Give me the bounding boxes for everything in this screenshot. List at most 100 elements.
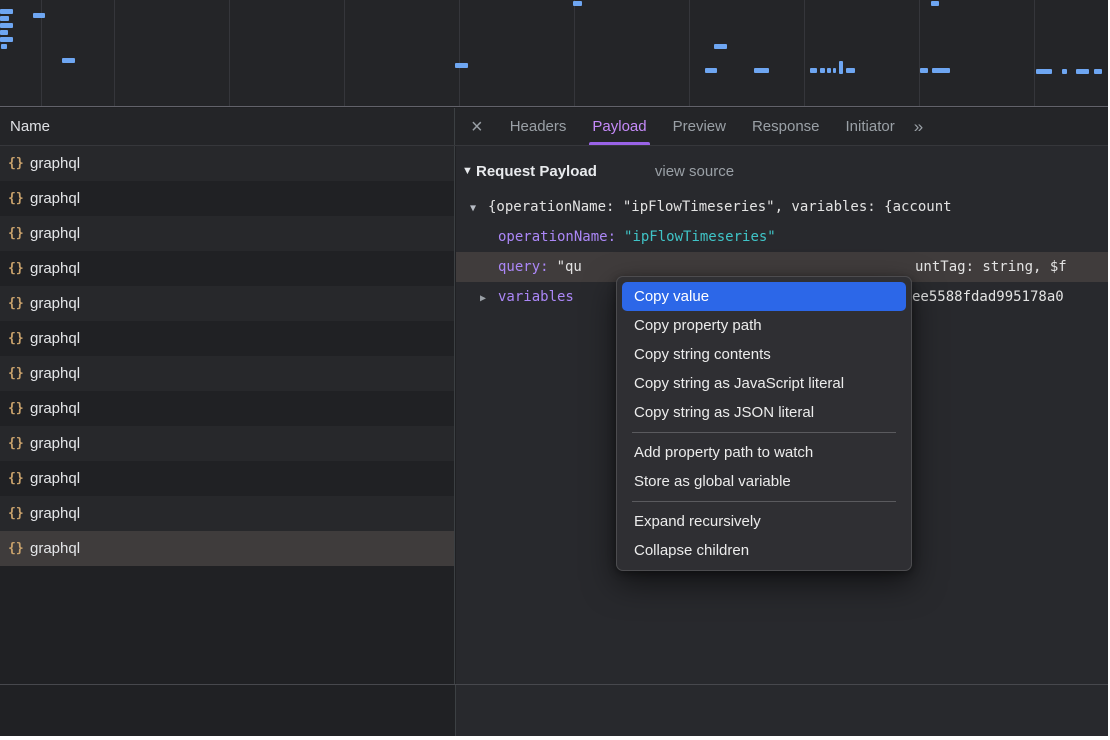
menu-item-add-property-path-to-watch[interactable]: Add property path to watch — [622, 438, 906, 467]
property-key: operationName: — [498, 229, 616, 245]
tab-preview[interactable]: Preview — [660, 108, 739, 145]
menu-separator — [632, 432, 896, 433]
request-row[interactable]: {}graphql — [0, 146, 454, 181]
timeline-bar — [0, 16, 9, 21]
request-list: {}graphql {}graphql {}graphql {}graphql … — [0, 146, 455, 684]
detail-tabs-bar: × Headers Payload Preview Response Initi… — [455, 108, 1108, 145]
request-name: graphql — [30, 400, 80, 417]
panel-header-row: Name × Headers Payload Preview Response … — [0, 108, 1108, 146]
request-row[interactable]: {}graphql — [0, 356, 454, 391]
timeline-bar — [573, 1, 582, 6]
timeline-bar — [810, 68, 817, 73]
timeline-bar — [1062, 69, 1067, 74]
payload-root-row[interactable]: ▼{operationName: "ipFlowTimeseries", var… — [456, 192, 1108, 222]
timeline-bar — [0, 37, 13, 42]
json-icon: {} — [8, 471, 30, 486]
payload-preview-text: {operationName: "ipFlowTimeseries", vari… — [488, 199, 952, 215]
timeline-bar — [833, 68, 836, 73]
devtools-network-panel: Name × Headers Payload Preview Response … — [0, 0, 1108, 736]
request-row[interactable]: {}graphql — [0, 461, 454, 496]
expand-open-icon[interactable]: ▼ — [470, 194, 488, 222]
request-name: graphql — [30, 540, 80, 557]
tab-overflow-icon[interactable]: » — [914, 117, 923, 137]
request-row[interactable]: {}graphql — [0, 216, 454, 251]
menu-item-copy-value[interactable]: Copy value — [622, 282, 906, 311]
json-icon: {} — [8, 261, 30, 276]
close-icon[interactable]: × — [471, 117, 483, 137]
menu-item-store-as-global-variable[interactable]: Store as global variable — [622, 467, 906, 496]
timeline-bar — [62, 58, 75, 63]
property-value-clipped-right: ee5588fdad995178a0 — [912, 282, 1064, 312]
tab-headers[interactable]: Headers — [497, 108, 580, 145]
request-row[interactable]: {}graphql — [0, 181, 454, 216]
timeline-bar — [0, 30, 8, 35]
menu-item-collapse-children[interactable]: Collapse children — [622, 536, 906, 565]
json-icon: {} — [8, 366, 30, 381]
request-name: graphql — [30, 470, 80, 487]
timeline-bar — [1, 44, 7, 49]
name-column-label: Name — [10, 118, 50, 135]
timeline-bar — [931, 1, 939, 6]
request-name: graphql — [30, 295, 80, 312]
summary-bar-right — [456, 685, 1108, 736]
request-row-selected[interactable]: {}graphql — [0, 531, 454, 566]
property-value: "ipFlowTimeseries" — [624, 229, 776, 245]
property-key: variables — [498, 289, 574, 305]
menu-item-expand-recursively[interactable]: Expand recursively — [622, 507, 906, 536]
menu-separator — [632, 501, 896, 502]
timeline-bar — [1094, 69, 1102, 74]
context-menu: Copy value Copy property path Copy strin… — [616, 276, 912, 571]
json-icon: {} — [8, 156, 30, 171]
request-name: graphql — [30, 365, 80, 382]
timeline-bar — [754, 68, 769, 73]
menu-item-copy-string-contents[interactable]: Copy string contents — [622, 340, 906, 369]
request-name: graphql — [30, 260, 80, 277]
request-name: graphql — [30, 155, 80, 172]
request-row[interactable]: {}graphql — [0, 426, 454, 461]
expand-closed-icon[interactable]: ▶ — [480, 284, 498, 312]
json-icon: {} — [8, 331, 30, 346]
json-icon: {} — [8, 296, 30, 311]
timeline-bar — [1076, 69, 1089, 74]
request-payload-section[interactable]: ▼ Request Payload view source — [456, 156, 1108, 186]
request-row[interactable]: {}graphql — [0, 321, 454, 356]
json-icon: {} — [8, 436, 30, 451]
tab-response[interactable]: Response — [739, 108, 833, 145]
timeline-bar — [0, 9, 13, 14]
json-icon: {} — [8, 401, 30, 416]
json-icon: {} — [8, 541, 30, 556]
request-name: graphql — [30, 505, 80, 522]
timeline-bar — [827, 68, 831, 73]
timeline-bar — [820, 68, 825, 73]
request-row[interactable]: {}graphql — [0, 391, 454, 426]
overview-strip[interactable] — [0, 0, 1108, 107]
view-source-link[interactable]: view source — [655, 163, 734, 180]
timeline-bar — [455, 63, 468, 68]
json-icon: {} — [8, 226, 30, 241]
section-title: Request Payload — [476, 163, 597, 180]
timeline-bar — [920, 68, 928, 73]
json-icon: {} — [8, 191, 30, 206]
property-value-clipped-left: "qu — [557, 259, 582, 275]
request-row[interactable]: {}graphql — [0, 251, 454, 286]
section-disclosure-icon[interactable]: ▼ — [462, 165, 476, 177]
timeline-bar — [714, 44, 727, 49]
request-name: graphql — [30, 225, 80, 242]
request-row[interactable]: {}graphql — [0, 286, 454, 321]
request-name: graphql — [30, 330, 80, 347]
menu-item-copy-string-js-literal[interactable]: Copy string as JavaScript literal — [622, 369, 906, 398]
summary-bar — [0, 684, 1108, 736]
operation-name-row[interactable]: operationName: "ipFlowTimeseries" — [456, 222, 1108, 252]
tab-initiator[interactable]: Initiator — [833, 108, 908, 145]
timeline-bar — [0, 23, 13, 28]
request-row[interactable]: {}graphql — [0, 496, 454, 531]
json-icon: {} — [8, 506, 30, 521]
property-key: query: — [498, 259, 549, 275]
name-column-header[interactable]: Name — [0, 108, 455, 145]
tab-payload[interactable]: Payload — [579, 108, 659, 145]
timeline-bar — [932, 68, 950, 73]
menu-item-copy-property-path[interactable]: Copy property path — [622, 311, 906, 340]
menu-item-copy-string-json-literal[interactable]: Copy string as JSON literal — [622, 398, 906, 427]
property-value-clipped-right: untTag: string, $f — [915, 252, 1067, 282]
request-name: graphql — [30, 435, 80, 452]
